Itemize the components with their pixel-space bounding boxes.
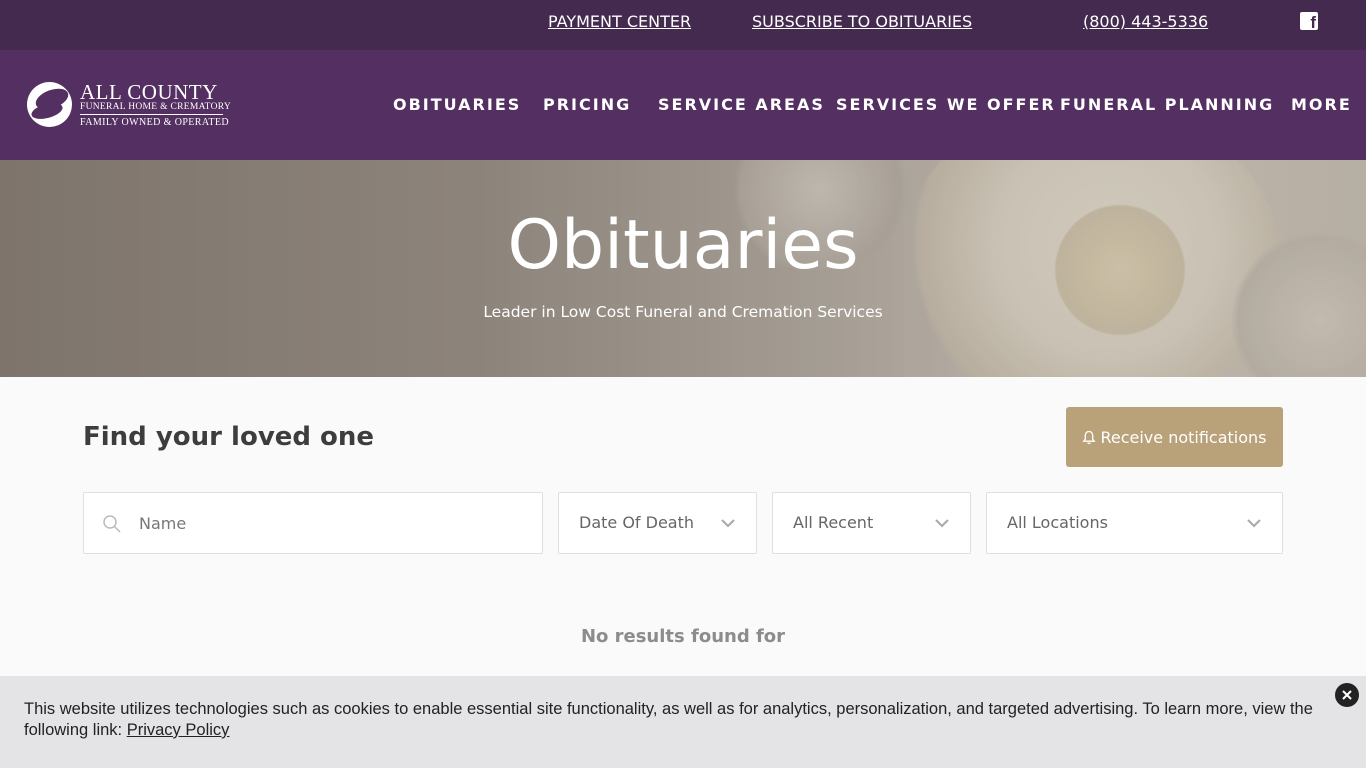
nav-item-more[interactable]: MORE [1291,95,1352,114]
chevron-down-icon [934,515,950,531]
chevron-down-icon [720,515,736,531]
payment-center-link[interactable]: PAYMENT CENTER [548,12,691,31]
name-search-field[interactable] [83,492,543,554]
logo-emblem-icon [27,82,72,127]
date-of-death-label: Date Of Death [579,513,695,532]
bell-icon [1082,430,1096,445]
cookie-text: This website utilizes technologies such … [24,699,1344,741]
location-filter-label: All Locations [1007,513,1108,532]
search-heading: Find your loved one [83,422,375,452]
nav-item-funeral-planning[interactable]: FUNERAL PLANNING [1060,95,1274,114]
page-subtitle: Leader in Low Cost Funeral and Cremation… [483,303,883,321]
logo-subtitle: FUNERAL HOME & CREMATORY [80,102,232,112]
nav-item-obituaries[interactable]: OBITUARIES [393,95,521,114]
facebook-icon[interactable]: f [1300,12,1318,31]
date-of-death-select[interactable]: Date Of Death [558,492,757,554]
main-nav: ALL COUNTY FUNERAL HOME & CREMATORY FAMI… [0,50,1366,160]
utility-bar: PAYMENT CENTER SUBSCRIBE TO OBITUARIES (… [0,0,1366,50]
nav-item-service-areas[interactable]: SERVICE AREAS [658,95,825,114]
cookie-banner: This website utilizes technologies such … [0,676,1366,768]
cookie-close-button[interactable] [1335,683,1359,707]
chevron-down-icon [1246,515,1262,531]
phone-link[interactable]: (800) 443-5336 [1083,12,1208,31]
site-logo[interactable]: ALL COUNTY FUNERAL HOME & CREMATORY FAMI… [27,80,231,130]
no-results-message: No results found for [580,626,786,647]
receive-notifications-label: Receive notifications [1100,427,1267,447]
logo-divider [80,114,223,115]
search-icon [102,514,122,534]
page-title: Obituaries [507,206,859,285]
subscribe-obituaries-link[interactable]: SUBSCRIBE TO OBITUARIES [752,12,972,31]
privacy-policy-link[interactable]: Privacy Policy [127,721,230,739]
hero-banner: Obituaries Leader in Low Cost Funeral an… [0,160,1366,377]
close-icon [1342,690,1352,700]
name-search-input[interactable] [139,493,529,553]
nav-item-pricing[interactable]: PRICING [543,95,631,114]
recent-filter-label: All Recent [793,513,874,532]
recent-filter-select[interactable]: All Recent [772,492,971,554]
logo-tagline: FAMILY OWNED & OPERATED [80,117,230,128]
location-filter-select[interactable]: All Locations [986,492,1283,554]
receive-notifications-button[interactable]: Receive notifications [1066,407,1283,467]
nav-item-services-we-offer[interactable]: SERVICES WE OFFER [836,95,1056,114]
